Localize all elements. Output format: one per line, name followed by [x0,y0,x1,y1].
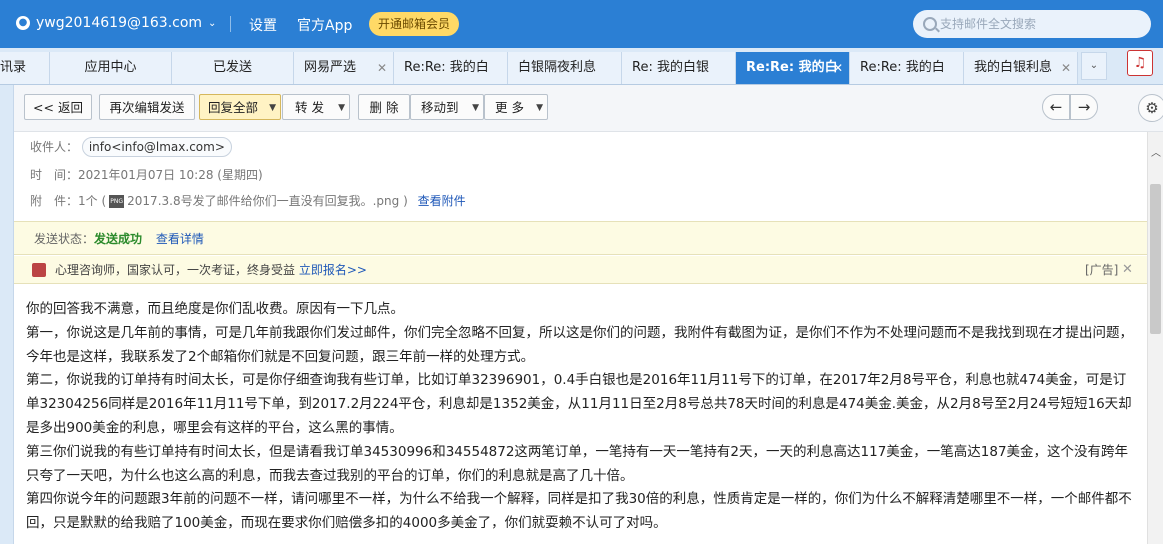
time-row: 时 间：2021年01月07日 10:28 (星期四) [30,168,263,182]
account-menu[interactable]: ● ywg2014619@163.com ⌄ [16,15,216,31]
top-bar: ● ywg2014619@163.com ⌄ 设置 官方App 开通邮箱会员 支… [0,0,1163,48]
divider [230,16,231,32]
sent-time: 2021年01月07日 10:28 (星期四) [78,168,263,182]
tab-mail-active[interactable]: Re:Re: 我的白 ✕ [736,52,850,84]
view-details-link[interactable]: 查看详情 [156,232,204,246]
tab-more-button[interactable]: ⌄ [1081,52,1107,80]
send-status-bar: 发送状态：发送成功 查看详情 [14,221,1147,255]
forward-button[interactable]: 转 发 ▼ [282,94,350,120]
attachment-row: 附 件：1个 (PNG 2017.3.8号发了邮件给你们一直没有回复我。.png … [30,194,466,208]
attachment-count: 1个 ( [78,194,107,208]
search-placeholder: 支持邮件全文搜索 [940,17,1037,31]
tab-contacts[interactable]: 讯录 [0,52,50,84]
tab-mail[interactable]: Re:Re: 我的白 [394,52,508,84]
close-icon[interactable]: ✕ [1061,52,1071,84]
mail-toolbar: << 返回 再次编辑发送 回复全部 ▼ 转 发 ▼ 删 除 移动到 ▼ 更 多 ▼ ← … [14,85,1163,132]
body-paragraph: 第二，你说我的订单持有时间太长，可是你仔细查询我有些订单，比如订单3239690… [26,372,1132,436]
music-icon[interactable]: ♫ [1127,50,1153,76]
chevron-down-icon[interactable]: ▼ [338,95,345,121]
close-icon[interactable]: ✕ [1122,256,1133,284]
reedit-button[interactable]: 再次编辑发送 [99,94,195,120]
arrow-right-icon: → [1077,98,1091,116]
png-file-icon: PNG [109,195,125,208]
account-icon: ● [16,16,30,30]
arrow-left-icon: ← [1049,98,1063,116]
mail-body: 你的回答我不满意，而且绝度是你们乱收费。原因有一下几点。 第一，你说这是几年前的… [26,298,1136,536]
gear-icon[interactable]: ⚙ [1138,94,1163,122]
chevron-down-icon: ▼ [472,103,479,113]
move-to-button[interactable]: 移动到 ▼ [410,94,484,120]
attachment-name[interactable]: 2017.3.8号发了邮件给你们一直没有回复我。.png ) [127,194,408,208]
tab-yanxuan[interactable]: 网易严选 ✕ [294,52,394,84]
close-icon[interactable]: ✕ [833,52,843,84]
settings-link[interactable]: 设置 [249,15,277,35]
search-icon [923,17,937,31]
scrollbar-thumb[interactable] [1150,184,1161,334]
ad-text: 心理咨询师，国家认可，一次考证，终身受益 [55,263,296,277]
chevron-down-icon: ⌄ [1089,60,1099,71]
send-status-value: 发送成功 [94,232,143,246]
chevron-down-icon: ⌄ [208,17,217,29]
account-email: ywg2014619@163.com [36,15,203,31]
delete-button[interactable]: 删 除 [358,94,410,120]
body-paragraph: 第一，你说这是几年前的事情，可是几年前我跟你们发过邮件，你们完全忽略不回复，所以… [26,324,1133,365]
recipient-row: 收件人： info<info@lmax.com> [30,137,232,157]
tab-mail[interactable]: Re: 我的白银 [622,52,736,84]
ad-tag: [广告] [1085,263,1119,277]
body-paragraph: 你的回答我不满意，而且绝度是你们乱收费。原因有一下几点。 [26,301,404,317]
vip-button[interactable]: 开通邮箱会员 [369,12,460,36]
back-button[interactable]: << 返回 [24,94,92,120]
scrollbar[interactable]: ︿ [1147,132,1163,544]
chevron-down-icon: ▼ [536,103,543,113]
more-button[interactable]: 更 多 ▼ [484,94,548,120]
tab-mail[interactable]: 我的白银利息 ✕ [964,52,1078,84]
body-paragraph: 第四你说今年的问题跟3年前的问题不一样，请问哪里不一样，为什么不给我一个解释，同… [26,491,1132,532]
tab-sent[interactable]: 已发送 [172,52,294,84]
official-app-link[interactable]: 官方App [297,15,352,35]
chevron-up-icon[interactable]: ︿ [1151,144,1161,159]
left-strip [0,85,14,544]
search-input[interactable]: 支持邮件全文搜索 [913,10,1151,38]
reply-all-button[interactable]: 回复全部 ▼ [199,94,281,120]
prev-mail-button[interactable]: ← [1042,94,1070,120]
ad-bar: 心理咨询师，国家认可，一次考证，终身受益 立即报名>> [广告] ✕ [14,256,1147,284]
close-icon[interactable]: ✕ [377,52,387,84]
next-mail-button[interactable]: → [1070,94,1098,120]
body-paragraph: 第三你们说我的有些订单持有时间太长，但是请看我订单34530996和345548… [26,443,1129,484]
ad-signup-link[interactable]: 立即报名>> [299,263,367,277]
tab-mail[interactable]: Re:Re: 我的白 [850,52,964,84]
view-attachment-link[interactable]: 查看附件 [418,194,466,208]
tab-mail[interactable]: 白银隔夜利息 [508,52,622,84]
tab-app-center[interactable]: 应用中心 [50,52,172,84]
chevron-down-icon[interactable]: ▼ [269,95,276,121]
recipient-pill[interactable]: info<info@lmax.com> [81,137,232,157]
tab-bar: 讯录 应用中心 已发送 网易严选 ✕ Re:Re: 我的白 白银隔夜利息 Re: … [0,48,1163,85]
ad-icon [32,263,46,277]
